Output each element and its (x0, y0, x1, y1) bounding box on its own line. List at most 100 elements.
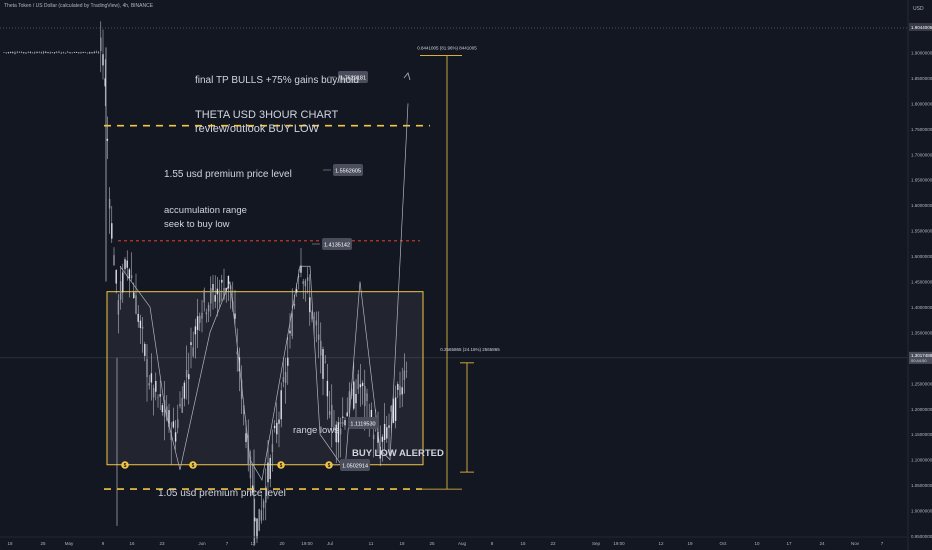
price-tick: 1.8500000 (911, 76, 932, 81)
candle (67, 50, 69, 53)
measure-big-label: 0.8441005 (81.96%) 8441005 (417, 46, 477, 51)
candle (258, 508, 260, 532)
svg-text:$: $ (280, 463, 283, 469)
candle (16, 51, 18, 54)
time-tick: 25 (429, 541, 435, 546)
time-tick: 11 (369, 541, 374, 546)
candle (130, 252, 133, 281)
annotation-text: seek to buy low (164, 219, 230, 230)
time-tick: 17 (786, 541, 792, 546)
price-tick: 1.2500000 (911, 381, 932, 386)
price-tick: 1.5500000 (911, 229, 932, 234)
time-tick: 24 (819, 541, 825, 546)
candle (58, 50, 60, 54)
time-tick: Nov (851, 541, 860, 546)
price-tick: 1.0000000 (911, 509, 932, 514)
candle (56, 51, 58, 54)
candle (69, 52, 71, 54)
candle (80, 51, 82, 54)
candle (73, 51, 76, 53)
svg-text:$: $ (328, 463, 331, 469)
candle (260, 494, 263, 524)
time-tick: 7 (226, 541, 229, 546)
svg-text:$: $ (192, 463, 195, 469)
candle (29, 51, 32, 54)
time-tick: 22 (550, 541, 556, 546)
annotation-text: accumulation range (164, 205, 247, 216)
candle (3, 52, 5, 53)
time-tick: 23 (159, 541, 165, 546)
time-tick: 12 (658, 541, 664, 546)
candle (89, 51, 91, 54)
price-tick: 1.7500000 (911, 127, 932, 132)
price-tick: 1.9000000 (911, 50, 932, 55)
price-chart[interactable]: 0.8441005 (81.96%) 8441005 0.2565865 (24.… (0, 0, 932, 550)
candle (20, 51, 23, 54)
time-tick: May (65, 541, 74, 546)
price-callout: 1.5562605 (323, 164, 363, 176)
time-tick: Jun (198, 541, 206, 546)
candle (102, 29, 104, 80)
price-tick: 1.3500000 (911, 330, 932, 335)
time-tick: 18 (399, 541, 405, 546)
price-tick: 1.0500000 (911, 483, 932, 488)
price-tick: 1.8000000 (911, 101, 932, 106)
price-tick: 1.2000000 (911, 407, 932, 412)
time-tick: 9 (102, 541, 105, 546)
time-tick: Jul (327, 541, 333, 546)
time-tick: 15 (520, 541, 526, 546)
svg-text:1.1119530: 1.1119530 (350, 421, 375, 427)
candle (60, 51, 62, 54)
candle (31, 52, 34, 54)
svg-text:1.5562605: 1.5562605 (335, 168, 361, 174)
candle (113, 247, 115, 266)
candle (12, 51, 14, 54)
range-box-rect (106, 291, 424, 466)
candle (97, 51, 100, 54)
candle (86, 52, 89, 54)
candle (106, 116, 109, 160)
arrowhead (403, 72, 411, 81)
measure-tools: 0.8441005 (81.96%) 8441005 0.2565865 (24.… (417, 46, 500, 490)
time-tick: 20 (279, 541, 285, 546)
time-tick: 18 (7, 541, 13, 546)
candle (124, 257, 126, 274)
buy-marker-icon: $ (189, 461, 197, 469)
price-tick: 1.1500000 (911, 432, 932, 437)
time-tick: 19 (687, 541, 693, 546)
price-tick: 1.6500000 (911, 178, 932, 183)
price-tick: 1.6000000 (911, 203, 932, 208)
candle (108, 187, 111, 234)
candle (25, 52, 27, 55)
annotation-text: THETA USD 3HOUR CHART (195, 109, 339, 121)
candle (36, 51, 38, 54)
annotation-text: final TP BULLS +75% gains buy/hold (195, 75, 359, 86)
buy-marker-icon: $ (325, 461, 333, 469)
price-callout: 1.4135142 (312, 238, 352, 250)
top-price-label: 1.9044005 (911, 25, 932, 30)
countdown-label: 00:44:50 (911, 358, 927, 363)
svg-text:1.0502914: 1.0502914 (342, 463, 368, 469)
price-tick: 0.9500000 (911, 534, 932, 539)
candle (9, 51, 12, 54)
candle (306, 267, 309, 294)
annotation-text: 1.05 usd premium price level (158, 488, 286, 499)
time-tick: 10 (754, 541, 760, 546)
candle (40, 51, 43, 54)
price-tick: 1.7000000 (911, 152, 932, 157)
price-axis[interactable]: USD 1.9000000 1.8500000 1.8000000 1.7500000 1… (907, 0, 932, 550)
candle (49, 51, 51, 54)
time-tick: 19:00 (301, 541, 313, 546)
candle (18, 51, 21, 53)
time-tick: 13 (250, 541, 256, 546)
candle (111, 205, 113, 243)
time-tick: Oct (719, 541, 727, 546)
time-axis[interactable]: 18 25 May 9 16 23 Jun 7 13 20 19:00 Jul 11 18 25 Aug 8 15… (0, 536, 908, 546)
candle (62, 51, 65, 54)
candle (95, 50, 98, 54)
candle (300, 248, 302, 278)
candle (78, 52, 80, 54)
time-tick: 19:00 (613, 541, 625, 546)
candle (93, 50, 95, 54)
candle (45, 50, 47, 54)
